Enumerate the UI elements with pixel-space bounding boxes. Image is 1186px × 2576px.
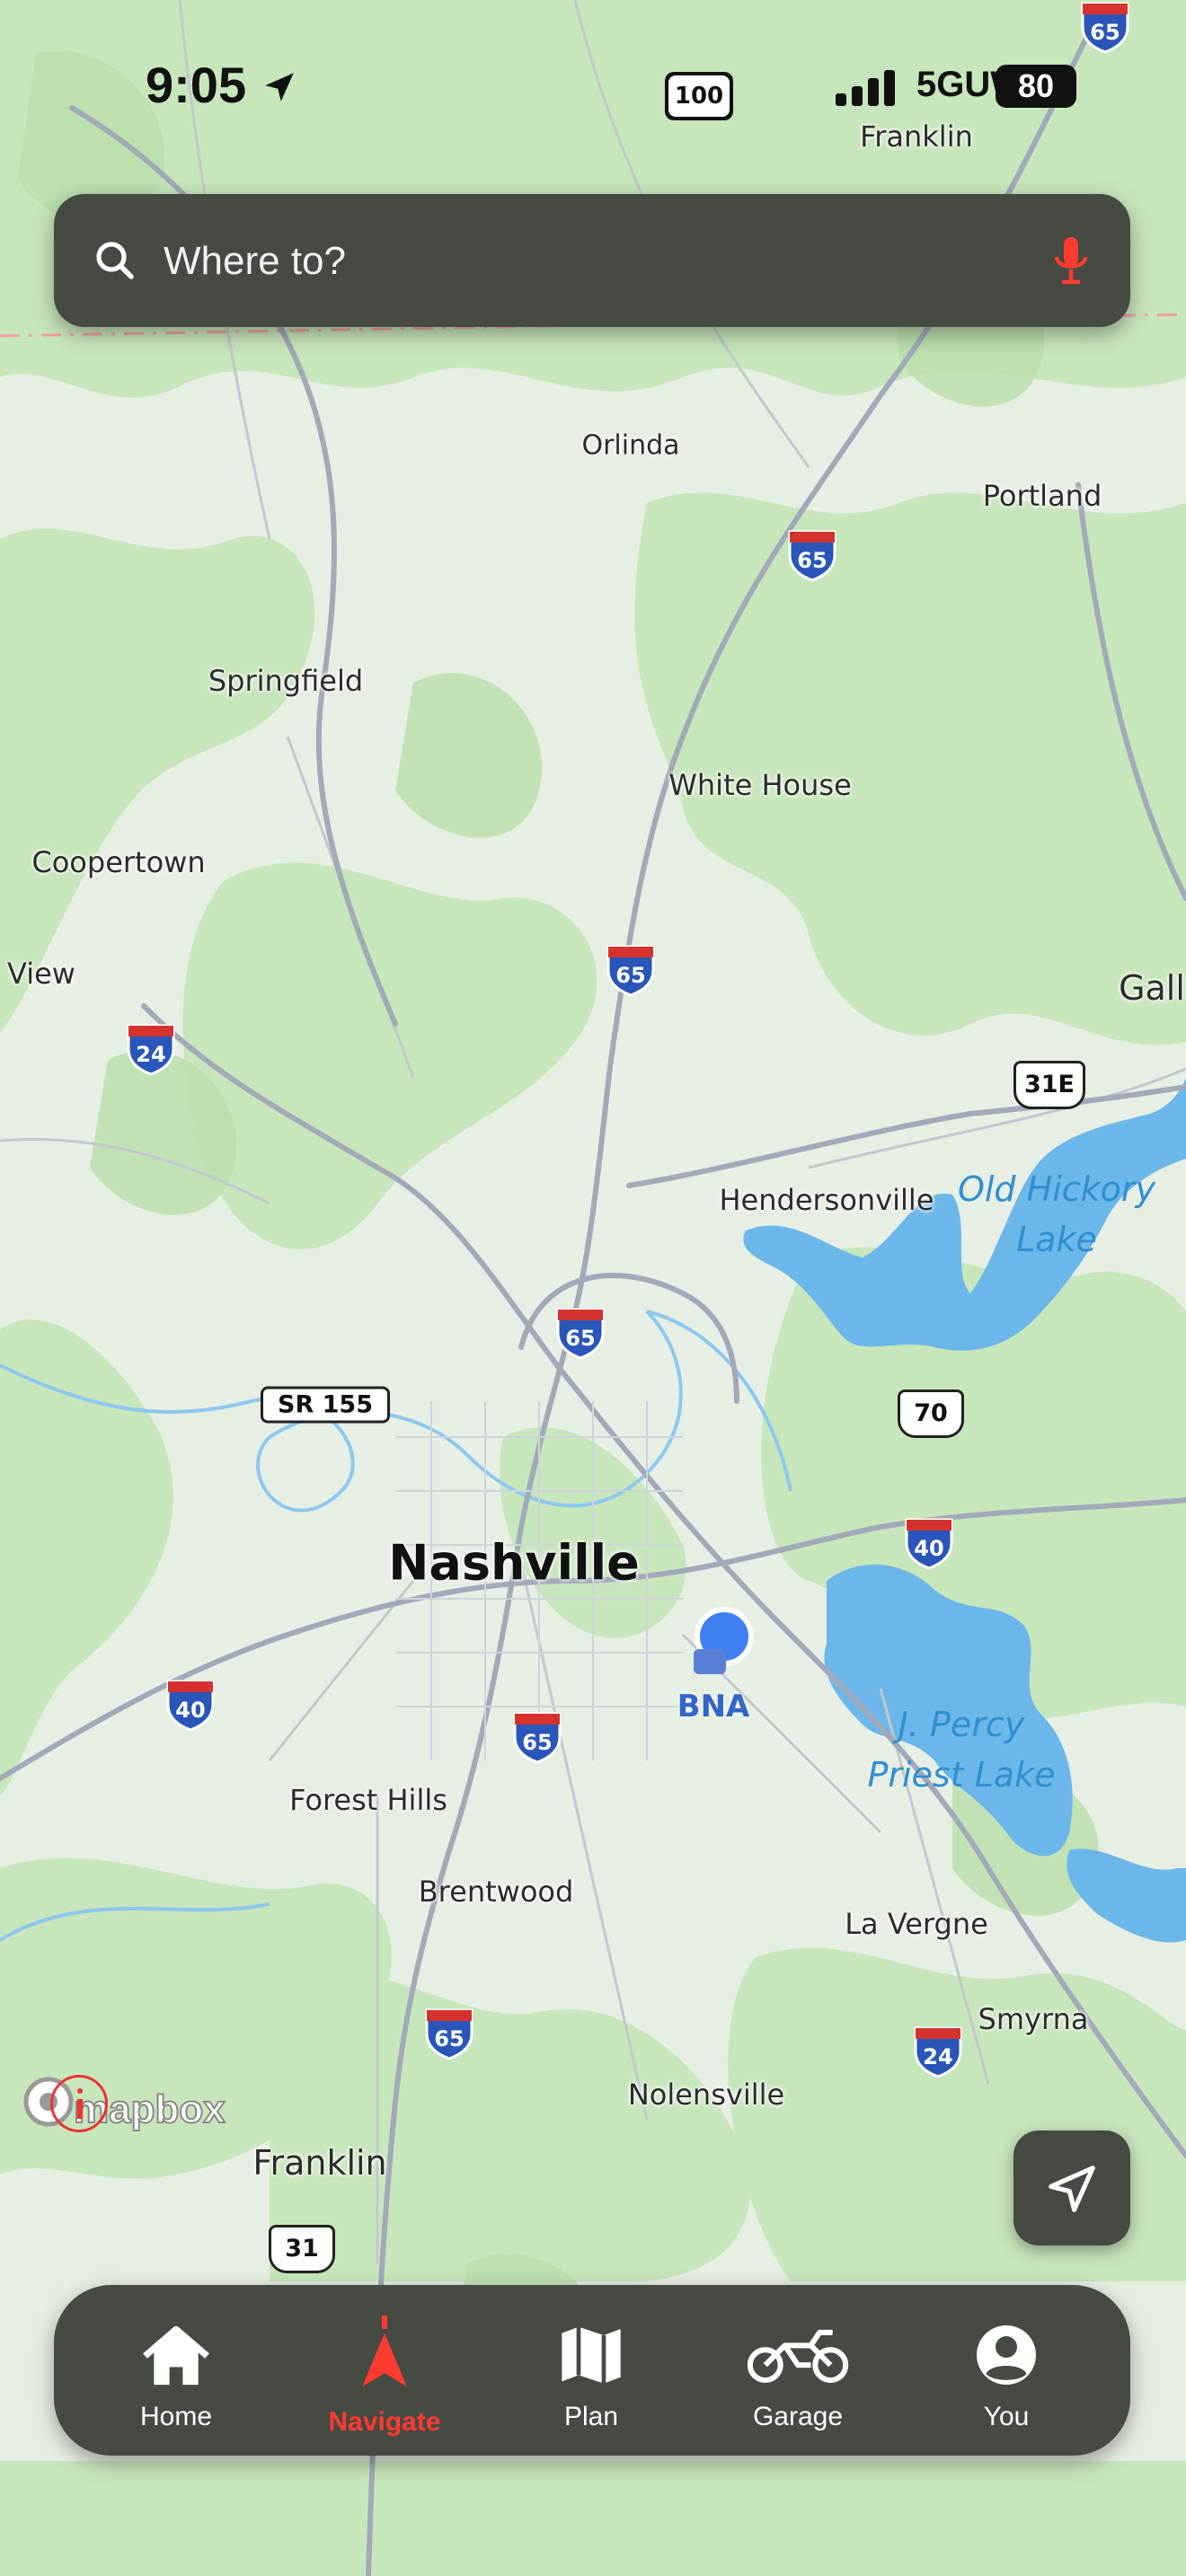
tab-you[interactable]: You (916, 2285, 1096, 2456)
place-springfield: Springfield (208, 664, 364, 698)
place-nashville: Nashville (388, 1534, 640, 1592)
place-franklin-tn: Franklin (252, 2143, 387, 2183)
location-arrow-icon (1049, 2166, 1095, 2212)
place-smyrna: Smyrna (978, 2002, 1089, 2036)
us-route-shield: 31E (1013, 1061, 1085, 1109)
place-gall: Gall (1119, 968, 1185, 1008)
lake-old-hickory: Old Hickory Lake (957, 1169, 1156, 1259)
search-input[interactable] (162, 228, 974, 295)
location-arrow-icon (264, 73, 294, 101)
map-canvas[interactable] (0, 0, 1186, 2576)
tab-plan[interactable]: Plan (501, 2285, 681, 2456)
cellular-signal-icon (836, 70, 895, 106)
interstate-shield: 24 (912, 2025, 964, 2078)
status-time: 9:05 (146, 56, 298, 114)
recenter-location-button[interactable] (1013, 2130, 1130, 2245)
interstate-shield: 65 (786, 528, 838, 582)
us-route-shield: 70 (898, 1389, 964, 1438)
place-forest-hills: Forest Hills (289, 1783, 447, 1817)
battery-indicator: 80 (996, 65, 1076, 108)
airport-label-bna: BNA (677, 1689, 750, 1725)
interstate-shield: 40 (903, 1516, 955, 1570)
interstate-shield: 65 (423, 2007, 475, 2060)
search-icon (96, 242, 134, 279)
interstate-shield: 65 (554, 1306, 606, 1360)
us-route-shield: 31 (269, 2225, 335, 2273)
place-la-vergne: La Vergne (845, 1907, 988, 1941)
interstate-shield: 24 (125, 1022, 177, 1076)
microphone-icon[interactable] (1053, 234, 1089, 287)
state-route-badge: 100 (665, 72, 733, 120)
interstate-shield: 65 (511, 1710, 563, 1764)
status-bar: 9:05 100 5GUW 80 (0, 0, 1186, 180)
bottom-tab-bar: Home Navigate Plan Garage You (54, 2285, 1130, 2456)
place-orlinda: Orlinda (581, 429, 680, 462)
tab-navigate[interactable]: Navigate (295, 2285, 474, 2456)
user-icon (977, 2325, 1036, 2385)
search-bar[interactable] (54, 194, 1130, 327)
motorcycle-icon (747, 2329, 849, 2384)
lake-percy-priest: J. Percy Priest Lake (867, 1705, 1056, 1795)
place-nolensville: Nolensville (627, 2078, 785, 2112)
state-route-shield: SR 155 (261, 1386, 390, 1424)
tab-garage[interactable]: Garage (708, 2285, 888, 2456)
place-brentwood: Brentwood (418, 1875, 574, 1909)
info-icon[interactable] (50, 2075, 108, 2132)
place-hendersonville: Hendersonville (719, 1183, 934, 1217)
place-white-house: White House (668, 768, 852, 802)
place-coopertown: Coopertown (31, 845, 206, 879)
place-portland: Portland (982, 479, 1102, 513)
map-icon (562, 2326, 621, 2384)
place-view: View (7, 957, 75, 991)
interstate-shield: 65 (605, 943, 657, 997)
navigate-icon (362, 2316, 407, 2387)
home-icon (143, 2325, 209, 2386)
interstate-shield: 40 (164, 1678, 217, 1732)
tab-home[interactable]: Home (86, 2285, 266, 2456)
